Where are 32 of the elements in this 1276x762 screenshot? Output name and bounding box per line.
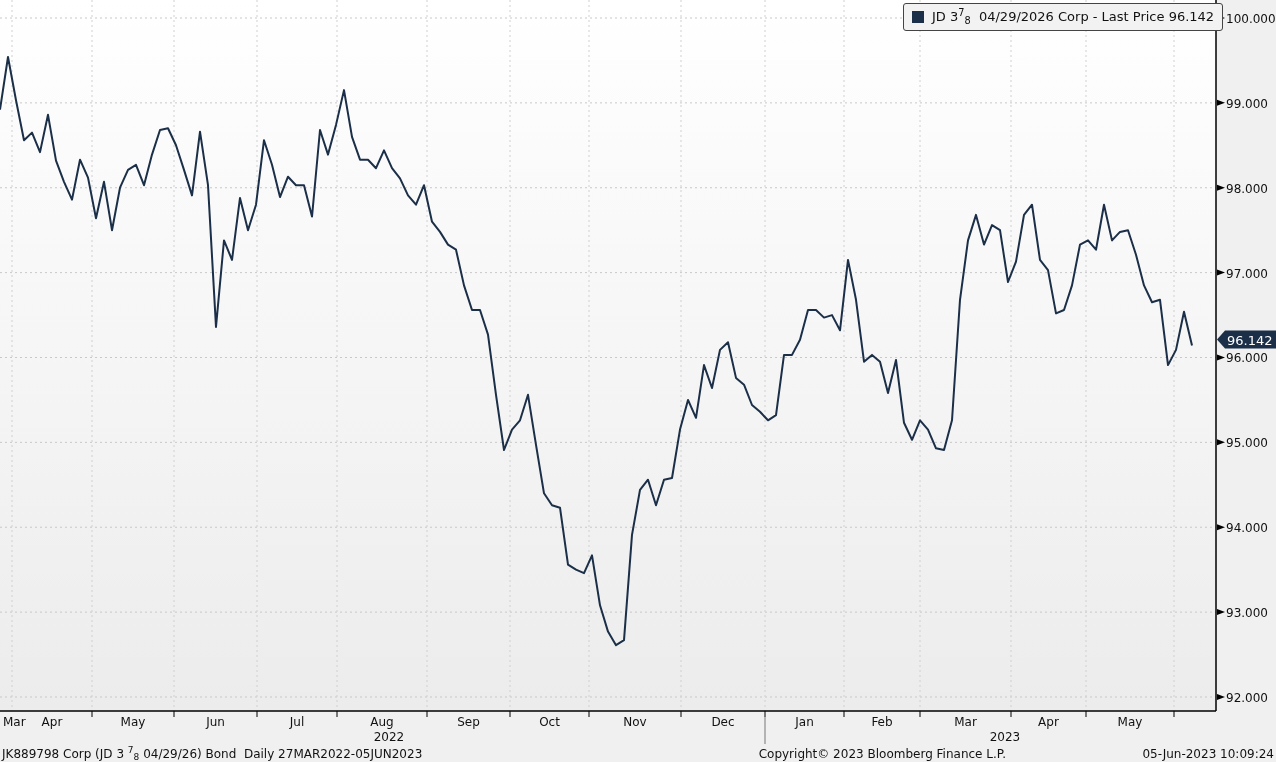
timestamp: 05-Jun-2023 10:09:24	[1142, 745, 1274, 762]
y-axis-label: 99.000	[1226, 96, 1268, 111]
y-axis-label: 96.000	[1226, 351, 1268, 366]
y-axis-label: 98.000	[1226, 181, 1268, 196]
x-axis-label: Mar	[3, 715, 26, 729]
y-axis-label: 97.000	[1226, 266, 1268, 281]
x-axis-label: Dec	[711, 715, 735, 729]
legend-swatch-icon	[912, 11, 924, 23]
x-axis-label: Feb	[871, 715, 893, 729]
x-axis-label: Apr	[1038, 715, 1059, 729]
y-axis-label: 93.000	[1226, 606, 1268, 621]
x-axis-label: Jul	[289, 715, 305, 729]
legend-label: JD 3$^{7}$$_{8}$ 04/29/2026 Corp - Last Price 96.142	[932, 7, 1215, 27]
x-axis-label: Mar	[954, 715, 977, 729]
y-axis-label: 100.000	[1226, 12, 1276, 26]
y-axis-label: 92.000	[1226, 691, 1268, 705]
x-axis-label: May	[1117, 715, 1143, 729]
x-axis-label: Apr	[41, 715, 63, 729]
x-axis-label: Aug	[370, 715, 394, 729]
y-axis-label: 94.000	[1226, 521, 1268, 536]
last-price-tag: 96.142	[1217, 330, 1276, 349]
year-label: 2023	[989, 730, 1021, 744]
x-axis-label: Jun	[206, 715, 225, 729]
x-axis-label: May	[120, 715, 146, 729]
y-axis-label: 95.000	[1226, 436, 1268, 451]
copyright-text: Copyright© 2023 Bloomberg Finance L.P.	[758, 745, 1006, 762]
x-axis-label: Oct	[539, 715, 560, 729]
x-axis-label: Nov	[623, 715, 647, 729]
x-axis-label: Jan	[795, 715, 814, 729]
x-axis-label: Sep	[457, 715, 480, 729]
year-label: 2022	[373, 730, 405, 744]
chart-description: JK889798 Corp (JD 3 $^{7}$$_{8}$ 04/29/26) Bond Daily 27MAR2022-05JUN2023	[2, 744, 423, 762]
